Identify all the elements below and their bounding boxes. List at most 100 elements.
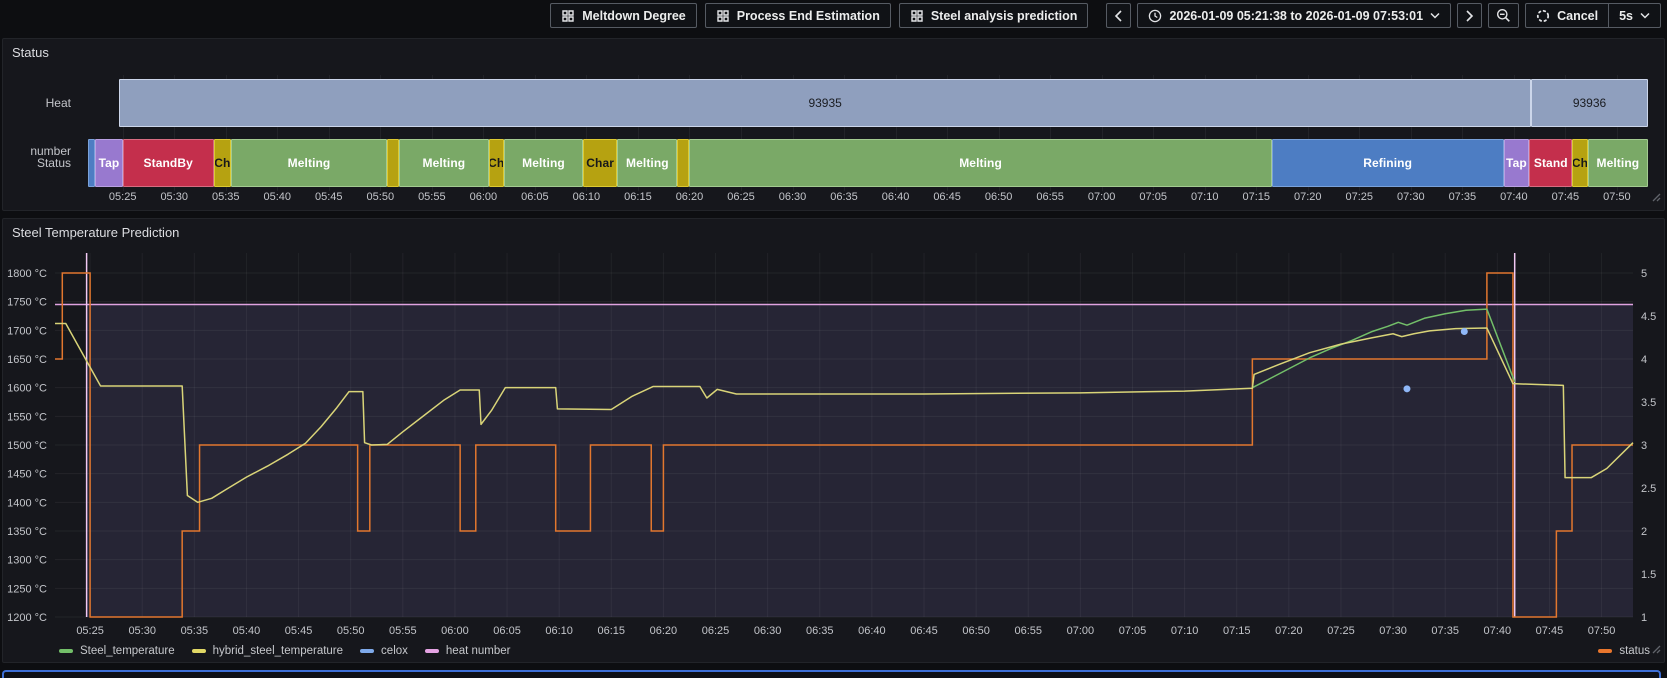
time-shift-forward-button[interactable] <box>1457 3 1483 28</box>
series-celox-point[interactable] <box>1460 327 1468 335</box>
chart-time-axis-label: 05:25 <box>76 625 104 637</box>
dashboard-link-process-end-estimation[interactable]: Process End Estimation <box>704 3 891 28</box>
status-segment-charging[interactable] <box>387 139 400 187</box>
apps-grid-icon <box>561 9 575 23</box>
status-segment-tap[interactable]: Tap <box>95 139 123 187</box>
zoom-out-button[interactable] <box>1488 3 1520 28</box>
chart-time-axis-label: 06:25 <box>702 625 730 637</box>
heat-number-bar[interactable]: 93935 <box>119 79 1532 127</box>
status-segment-melting[interactable]: Melting <box>617 139 678 187</box>
status-segment-label: Ch <box>1572 156 1588 170</box>
panel-resize-handle[interactable] <box>1651 641 1661 659</box>
chart-time-axis-label: 07:20 <box>1275 625 1303 637</box>
chevron-left-icon <box>1114 9 1123 22</box>
left-axis-tick: 1750 °C <box>7 297 47 309</box>
status-segment-label: Stand <box>1533 156 1568 170</box>
chart-time-axis-label: 05:50 <box>337 625 365 637</box>
dashboard-link-label: Steel analysis prediction <box>930 8 1078 23</box>
timeline-axis-label: 05:45 <box>315 191 343 203</box>
legend-item-status[interactable]: status <box>1598 645 1650 657</box>
heat-number-value: 93935 <box>808 96 842 110</box>
next-panel-top-edge[interactable] <box>2 670 1661 678</box>
legend-swatch <box>59 649 73 653</box>
timeline-axis-label: 07:05 <box>1139 191 1167 203</box>
legend-label: hybrid_steel_temperature <box>212 645 344 657</box>
heat-number-bar[interactable]: 93936 <box>1531 79 1648 127</box>
status-segment-label: Ch <box>214 156 231 170</box>
status-segment-label: Melting <box>1596 156 1640 170</box>
status-segment-melting[interactable]: Melting <box>503 139 583 187</box>
timeline-axis-label: 05:35 <box>211 191 240 203</box>
time-shift-back-button[interactable] <box>1106 3 1132 28</box>
chevron-down-icon <box>1640 12 1650 19</box>
chart-time-axis-label: 05:45 <box>285 625 313 637</box>
status-segment-refining[interactable] <box>88 139 96 187</box>
chart-time-axis-label: 07:50 <box>1588 625 1616 637</box>
status-segment-label: StandBy <box>143 156 193 170</box>
series-celox-point[interactable] <box>1403 385 1411 393</box>
left-axis-tick: 1700 °C <box>7 325 47 337</box>
status-segment-melting[interactable]: Melting <box>230 139 388 187</box>
status-segment-label: Melting <box>626 156 669 170</box>
chart-time-axis-label: 06:45 <box>910 625 938 637</box>
chart-time-axis-label: 06:40 <box>858 625 886 637</box>
refresh-interval-value: 5s <box>1619 8 1633 23</box>
chart-time-axis-label: 07:05 <box>1119 625 1147 637</box>
timeline-axis-label: 06:05 <box>521 191 549 203</box>
timeline-axis-label: 06:30 <box>778 191 807 203</box>
chart-time-axis-label: 06:20 <box>650 625 678 637</box>
status-segment-melting[interactable]: Melting <box>1587 139 1648 187</box>
timeline-axis-label: 06:35 <box>830 191 858 203</box>
refresh-interval-dropdown[interactable]: 5s <box>1608 3 1661 28</box>
left-axis-tick: 1300 °C <box>7 555 47 567</box>
dashboard-link-meltdown-degree[interactable]: Meltdown Degree <box>550 3 697 28</box>
apps-grid-icon <box>910 9 924 23</box>
status-segment-standby[interactable]: Stand <box>1529 139 1573 187</box>
legend-item-heat-number[interactable]: heat number <box>424 645 510 657</box>
status-segment-tap[interactable]: Tap <box>1503 139 1530 187</box>
status-segment-charging[interactable]: Ch <box>213 139 231 187</box>
chart-time-axis-label: 06:00 <box>441 625 469 637</box>
legend-item-celox[interactable]: celox <box>360 645 408 657</box>
time-range-picker[interactable]: 2026-01-09 05:21:38 to 2026-01-09 07:53:… <box>1137 3 1452 28</box>
status-segment-refining[interactable]: Refining <box>1271 139 1504 187</box>
right-axis-tick: 2 <box>1641 526 1647 538</box>
legend-item-steel-temperature[interactable]: Steel_temperature <box>59 645 175 657</box>
chart-time-axis-label: 06:15 <box>598 625 626 637</box>
temperature-chart[interactable]: 1800 °C 1750 °C 1700 °C 1650 °C 1600 °C 1550 … <box>3 245 1666 649</box>
dashboard-link-steel-analysis-prediction[interactable]: Steel analysis prediction <box>898 3 1089 28</box>
timeline-axis-label: 07:15 <box>1242 191 1270 203</box>
chart-time-axis-label: 06:55 <box>1014 625 1042 637</box>
timeline-axis-label: 07:20 <box>1293 191 1322 203</box>
legend-item-hybrid-steel-temperature[interactable]: hybrid_steel_temperature <box>191 645 344 657</box>
status-segment-label: Tap <box>1506 156 1527 170</box>
steel-temperature-panel: Steel Temperature Prediction 1800 °C 1750… <box>2 218 1665 663</box>
status-segment-charging[interactable]: Ch <box>488 139 504 187</box>
timeline-axis-label: 07:25 <box>1345 191 1374 203</box>
timeline-axis-label: 05:55 <box>418 191 446 203</box>
status-segment-label: Ch <box>488 156 504 170</box>
status-segment-melting[interactable]: Melting <box>399 139 489 187</box>
status-panel: Status Heat number 93935 93936 Status Tap… <box>2 38 1665 211</box>
timeline-axis-label: 06:10 <box>572 191 601 203</box>
left-axis-tick: 1800 °C <box>7 268 47 280</box>
status-segment-standby[interactable]: StandBy <box>122 139 214 187</box>
left-axis-tick: 1450 °C <box>7 469 47 481</box>
timeline-axis-label: 07:30 <box>1397 191 1425 203</box>
loading-spinner-icon <box>1536 9 1550 23</box>
status-segment-charging[interactable]: Char <box>582 139 618 187</box>
chart-time-axis-label: 07:30 <box>1379 625 1407 637</box>
zoom-out-icon <box>1496 8 1511 23</box>
left-axis-tick: 1400 °C <box>7 497 47 509</box>
toolbar: Meltdown Degree Process End Estimation S… <box>0 0 1667 31</box>
legend-swatch <box>1598 649 1613 653</box>
refresh-cancel-button[interactable]: Cancel <box>1525 3 1610 28</box>
status-segment-melting[interactable]: Melting <box>689 139 1272 187</box>
status-segment-charging[interactable]: Ch <box>1572 139 1588 187</box>
panel-resize-handle[interactable] <box>1651 189 1661 207</box>
left-axis-tick: 1250 °C <box>7 583 47 595</box>
status-panel-title: Status <box>12 45 49 60</box>
right-axis-tick: 1 <box>1641 612 1647 624</box>
timeline-axis-label: 07:50 <box>1603 191 1631 203</box>
status-segment-charging[interactable] <box>677 139 690 187</box>
